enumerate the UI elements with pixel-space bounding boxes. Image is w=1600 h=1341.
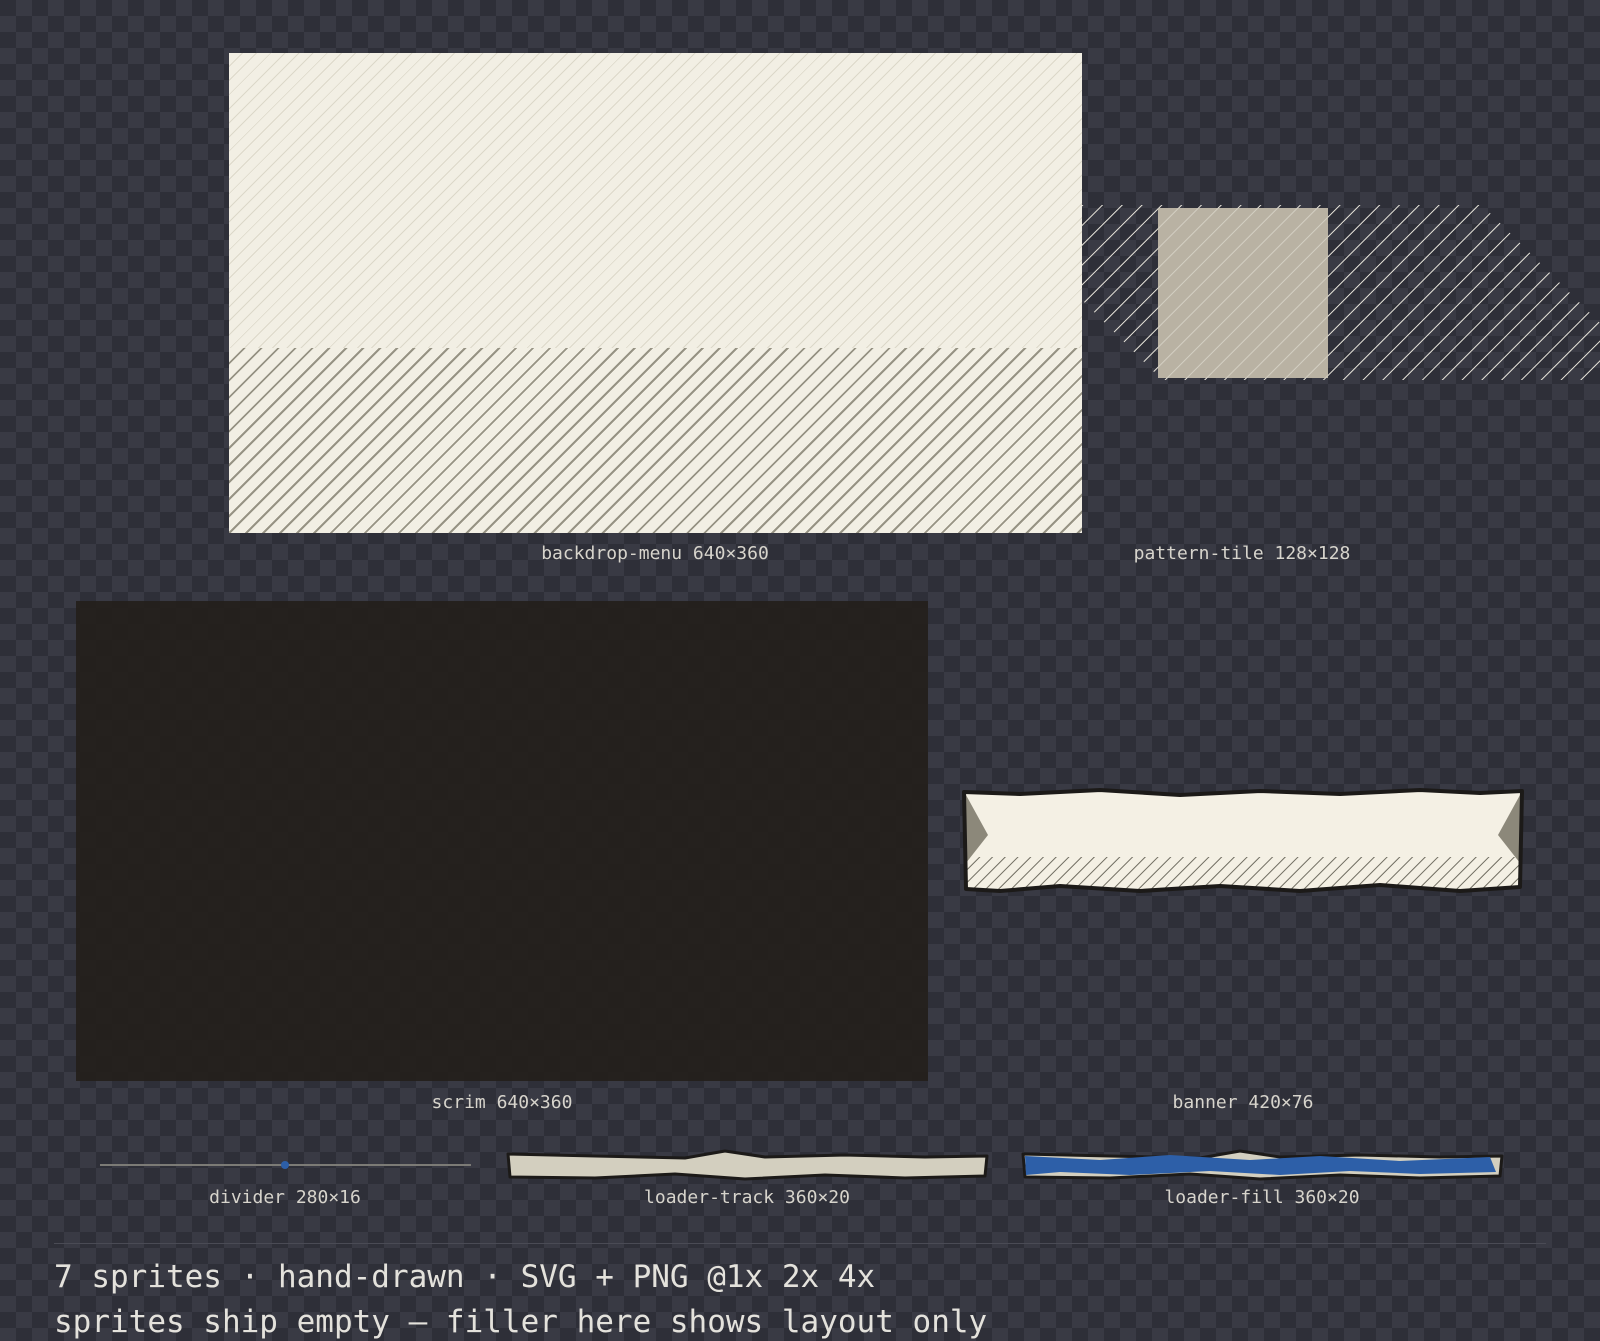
scrim-sprite xyxy=(76,601,928,1081)
loader-track-shape xyxy=(506,1149,989,1181)
scrim-label: scrim 640×360 xyxy=(431,1092,573,1113)
divider-center-dot xyxy=(281,1161,289,1169)
footer-divider xyxy=(54,1243,1546,1244)
loader-fill-sprite xyxy=(1021,1149,1504,1181)
footer-note: sprites ship empty — filler here shows l… xyxy=(54,1304,988,1340)
backdrop-menu-label: backdrop-menu 640×360 xyxy=(541,543,769,564)
backdrop-hatch-dark xyxy=(229,348,1082,533)
loader-track-label: loader-track 360×20 xyxy=(644,1187,850,1208)
pattern-tile-sprite xyxy=(1082,205,1600,380)
backdrop-hatch-light xyxy=(229,53,1082,348)
pattern-tile-core-hatch xyxy=(1158,208,1328,378)
footer-summary: 7 sprites · hand-drawn · SVG + PNG @1x 2… xyxy=(54,1259,876,1295)
loader-track-sprite xyxy=(506,1149,989,1181)
divider-sprite xyxy=(100,1161,471,1169)
divider-label: divider 280×16 xyxy=(209,1187,361,1208)
loader-fill-label: loader-fill 360×20 xyxy=(1164,1187,1360,1208)
pattern-tile-label: pattern-tile 128×128 xyxy=(1133,543,1351,564)
banner-label: banner 420×76 xyxy=(1172,1092,1314,1113)
backdrop-menu-sprite xyxy=(229,53,1082,533)
banner-sprite xyxy=(962,788,1524,893)
